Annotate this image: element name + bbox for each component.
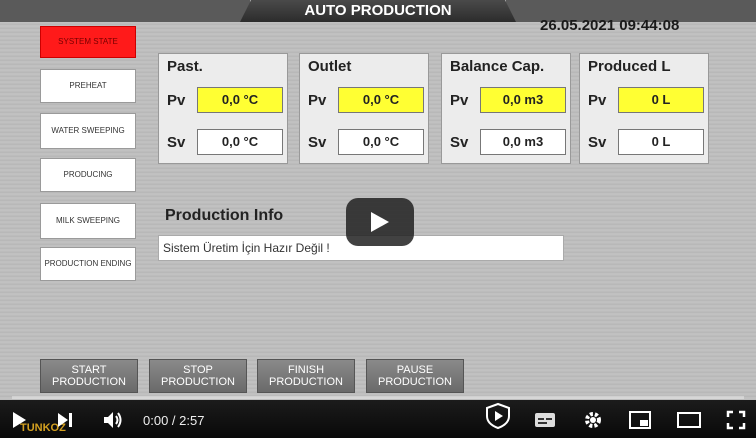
sidebar-item-producing[interactable]: PRODUCING — [40, 158, 136, 192]
sidebar-item-water-sweeping[interactable]: WATER SWEEPING — [40, 113, 136, 149]
sv-label: Sv — [588, 134, 607, 151]
subtitles-button[interactable] — [534, 410, 556, 430]
start-production-button[interactable]: START PRODUCTION — [40, 359, 138, 393]
play-button[interactable] — [10, 410, 28, 430]
header-strip-left — [0, 0, 250, 22]
pv-value: 0 L — [618, 87, 704, 113]
fullscreen-button[interactable] — [726, 410, 746, 430]
autoplay-toggle[interactable] — [484, 402, 512, 430]
settings-button[interactable] — [583, 410, 603, 430]
panel-balance-capacity: Balance Cap. Pv 0,0 m3 Sv 0,0 m3 — [441, 53, 571, 164]
panel-title: Past. — [167, 58, 203, 75]
progress-bar[interactable] — [12, 396, 744, 399]
sidebar-item-production-ending[interactable]: PRODUCTION ENDING — [40, 247, 136, 281]
large-play-button[interactable] — [346, 198, 414, 246]
miniplayer-icon — [629, 411, 651, 429]
sidebar-item-preheat[interactable]: PREHEAT — [40, 69, 136, 103]
sidebar-item-milk-sweeping[interactable]: MILK SWEEPING — [40, 203, 136, 239]
pv-value: 0,0 °C — [338, 87, 424, 113]
time-display: 0:00 / 2:57 — [143, 412, 205, 428]
pv-label: Pv — [308, 92, 327, 109]
finish-production-button[interactable]: FINISH PRODUCTION — [257, 359, 355, 393]
pv-label: Pv — [588, 92, 607, 109]
sv-value-field[interactable]: 0 L — [618, 129, 704, 155]
screen-title: AUTO PRODUCTION — [240, 0, 516, 22]
sv-value-field[interactable]: 0,0 °C — [338, 129, 424, 155]
play-icon — [371, 212, 389, 232]
stop-production-button[interactable]: STOP PRODUCTION — [149, 359, 247, 393]
subtitles-icon — [535, 413, 555, 427]
pv-label: Pv — [167, 92, 186, 109]
miniplayer-button[interactable] — [629, 410, 651, 430]
sv-label: Sv — [450, 134, 469, 151]
volume-button[interactable] — [102, 410, 124, 430]
panel-produced-liters: Produced L Pv 0 L Sv 0 L — [579, 53, 709, 164]
fullscreen-icon — [726, 410, 746, 430]
volume-icon — [104, 412, 122, 428]
play-icon — [13, 412, 26, 428]
datetime-display: 26.05.2021 09:44:08 — [540, 17, 680, 34]
panel-pasteurization: Past. Pv 0,0 °C Sv 0,0 °C — [158, 53, 288, 164]
sidebar-item-system-state[interactable]: SYSTEM STATE — [40, 26, 136, 58]
panel-title: Outlet — [308, 58, 352, 75]
sv-label: Sv — [167, 134, 186, 151]
settings-icon — [585, 412, 601, 428]
theater-icon — [677, 412, 701, 428]
shield-icon — [486, 402, 510, 430]
panel-title: Balance Cap. — [450, 58, 545, 75]
pv-value: 0,0 °C — [197, 87, 283, 113]
production-info-title: Production Info — [165, 207, 284, 224]
panel-title: Produced L — [588, 58, 671, 75]
sv-value-field[interactable]: 0,0 m3 — [480, 129, 566, 155]
pause-production-button[interactable]: PAUSE PRODUCTION — [366, 359, 464, 393]
sv-value-field[interactable]: 0,0 °C — [197, 129, 283, 155]
pv-label: Pv — [450, 92, 469, 109]
hmi-screen: AUTO PRODUCTION 26.05.2021 09:44:08 SYST… — [0, 0, 756, 400]
pv-value: 0,0 m3 — [480, 87, 566, 113]
next-icon — [58, 413, 72, 427]
theater-mode-button[interactable] — [677, 410, 701, 430]
next-button[interactable] — [56, 410, 74, 430]
sv-label: Sv — [308, 134, 327, 151]
panel-outlet: Outlet Pv 0,0 °C Sv 0,0 °C — [299, 53, 429, 164]
